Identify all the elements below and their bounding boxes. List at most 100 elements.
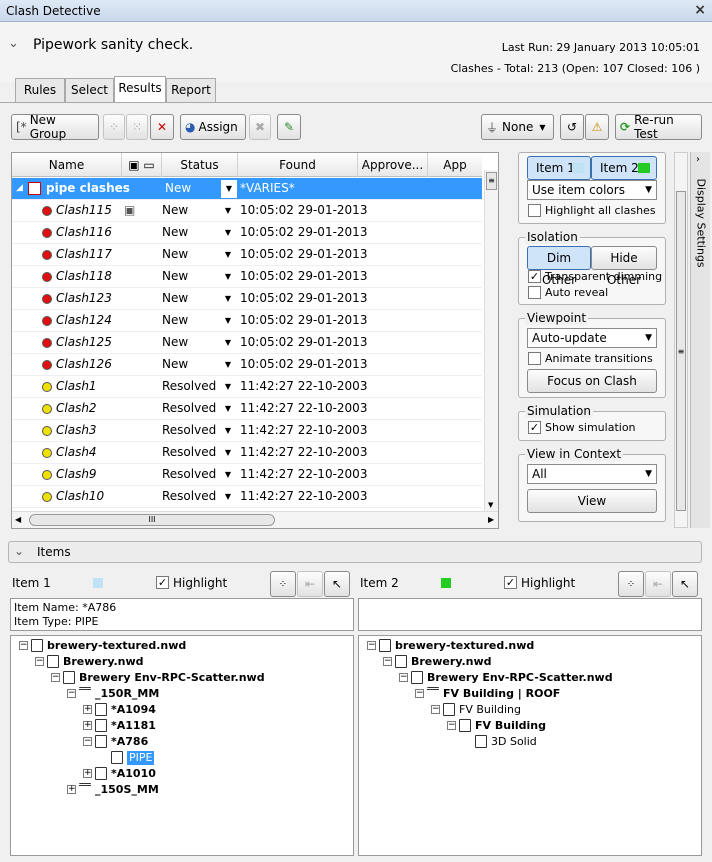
table-row[interactable]: Clash10 Resolved ▼ 11:42:27 22-10-2003	[12, 486, 482, 508]
expand-icon[interactable]: +	[83, 769, 92, 778]
status-dropdown-icon[interactable]: ▼	[222, 244, 234, 265]
reset-icon[interactable]: ↺	[560, 114, 584, 140]
item2-pointer-icon[interactable]: ↖	[672, 571, 698, 597]
status-dropdown-icon[interactable]: ▼	[222, 200, 234, 221]
status-dropdown-icon[interactable]: ▼	[222, 376, 234, 397]
tab-rules[interactable]: Rules	[15, 78, 65, 102]
ungroup-clashes-icon[interactable]: ⁙	[126, 114, 148, 140]
expand-icon[interactable]: +	[83, 705, 92, 714]
horizontal-scrollbar[interactable]: ◀ III ▶	[12, 511, 498, 528]
table-row[interactable]: Clash126 New ▼ 10:05:02 29-01-2013	[12, 354, 482, 376]
expand-icon[interactable]: +	[83, 721, 92, 730]
col-status[interactable]: Status	[162, 153, 238, 177]
col-name[interactable]: Name	[12, 153, 122, 177]
vertical-scrollbar[interactable]: ≡ ▼	[484, 170, 498, 511]
expand-icon[interactable]: +	[67, 785, 76, 794]
table-row[interactable]: Clash124 New ▼ 10:05:02 29-01-2013	[12, 310, 482, 332]
scroll-right-icon[interactable]: ▶	[488, 515, 494, 524]
col-approved-by[interactable]: App	[428, 153, 482, 177]
status-dropdown-icon[interactable]: ▼	[222, 442, 234, 463]
viewpoint-select[interactable]: Auto-update ▼	[527, 328, 657, 348]
items-header[interactable]: ⌄ Items	[8, 541, 702, 563]
tab-results[interactable]: Results	[114, 76, 166, 103]
dim-other-button[interactable]: Dim Other	[527, 246, 591, 287]
group-row[interactable]: ◢ pipe clashes New ▼ *VARIES*	[12, 178, 482, 200]
col-approved[interactable]: Approve...	[358, 153, 428, 177]
tab-select[interactable]: Select	[65, 78, 114, 102]
status-dropdown-icon[interactable]: ▼	[222, 486, 234, 507]
status-dropdown-icon[interactable]: ▼	[222, 222, 234, 243]
table-row[interactable]: Clash118 New ▼ 10:05:02 29-01-2013	[12, 266, 482, 288]
table-row[interactable]: Clash3 Resolved ▼ 11:42:27 22-10-2003	[12, 420, 482, 442]
show-simulation-checkbox[interactable]: ✓	[528, 421, 541, 434]
transparent-dimming-checkbox[interactable]: ✓	[528, 270, 541, 283]
item2-select-icon[interactable]: ⁘	[618, 571, 644, 597]
item1-toggle[interactable]: Item 1	[527, 156, 591, 180]
unassign-icon[interactable]: ✖	[249, 114, 271, 140]
focus-on-clash-button[interactable]: Focus on Clash	[527, 369, 657, 393]
collapse-icon[interactable]: −	[431, 705, 440, 714]
scroll-left-icon[interactable]: ◀	[15, 515, 21, 524]
item1-select-icon[interactable]: ⁘	[270, 571, 296, 597]
remove-from-group-icon[interactable]: ✕	[150, 114, 174, 140]
table-row[interactable]: Clash9 Resolved ▼ 11:42:27 22-10-2003	[12, 464, 482, 486]
scroll-thumb[interactable]: ≡	[486, 172, 497, 190]
table-row[interactable]: Clash117 New ▼ 10:05:02 29-01-2013	[12, 244, 482, 266]
animate-transitions-checkbox[interactable]	[528, 352, 541, 365]
hide-other-button[interactable]: Hide Other	[591, 246, 657, 287]
status-dropdown-icon[interactable]: ▼	[222, 354, 234, 375]
color-mode-select[interactable]: Use item colors ▼	[527, 180, 657, 200]
assign-button[interactable]: ◕ Assign	[180, 114, 246, 140]
status-dropdown-icon[interactable]: ▼	[222, 310, 234, 331]
table-row[interactable]: Clash4 Resolved ▼ 11:42:27 22-10-2003	[12, 442, 482, 464]
item1-highlight-checkbox[interactable]: ✓	[156, 576, 169, 589]
collapse-icon[interactable]: −	[35, 657, 44, 666]
collapse-icon[interactable]: −	[399, 673, 408, 682]
collapse-icon[interactable]: −	[19, 641, 28, 650]
collapse-icon[interactable]: −	[83, 737, 92, 746]
item2-return-icon[interactable]: ⇤	[645, 571, 671, 597]
group-clashes-icon[interactable]: ⁘	[103, 114, 125, 140]
new-group-button[interactable]: [* New Group	[11, 113, 99, 141]
display-settings-sidetab[interactable]: › Display Settings	[690, 152, 710, 528]
scroll-down-icon[interactable]: ▼	[488, 501, 493, 509]
add-comment-icon[interactable]: ✎	[277, 114, 301, 140]
view-button[interactable]: View	[527, 489, 657, 513]
item1-return-icon[interactable]: ⇤	[297, 571, 323, 597]
hscroll-thumb[interactable]: III	[29, 514, 275, 526]
table-row[interactable]: Clash2 Resolved ▼ 11:42:27 22-10-2003	[12, 398, 482, 420]
status-dropdown-icon[interactable]: ▼	[221, 180, 237, 198]
collapse-icon[interactable]: −	[367, 641, 376, 650]
status-dropdown-icon[interactable]: ▼	[222, 332, 234, 353]
status-dropdown-icon[interactable]: ▼	[222, 464, 234, 485]
col-icons[interactable]: ▣ ▭	[122, 153, 162, 177]
status-dropdown-icon[interactable]: ▼	[222, 420, 234, 441]
tab-report[interactable]: Report	[166, 78, 216, 102]
table-row[interactable]: Clash115 ▣ New ▼ 10:05:02 29-01-2013	[12, 200, 482, 222]
settings-scrollbar[interactable]: ≡	[674, 152, 688, 528]
rerun-test-button[interactable]: ⟳ Re-run Test	[615, 113, 702, 141]
status-dropdown-icon[interactable]: ▼	[222, 266, 234, 287]
collapse-icon[interactable]: −	[415, 689, 424, 698]
collapse-icon[interactable]: −	[383, 657, 392, 666]
collapse-icon[interactable]: −	[51, 673, 60, 682]
collapse-icon[interactable]: −	[447, 721, 456, 730]
table-row[interactable]: Clash123 New ▼ 10:05:02 29-01-2013	[12, 288, 482, 310]
table-row[interactable]: Clash116 New ▼ 10:05:02 29-01-2013	[12, 222, 482, 244]
collapse-chevron-icon[interactable]: ⌄	[8, 36, 19, 51]
auto-reveal-checkbox[interactable]	[528, 286, 541, 299]
table-row[interactable]: Clash1 Resolved ▼ 11:42:27 22-10-2003	[12, 376, 482, 398]
item1-pointer-icon[interactable]: ↖	[324, 571, 350, 597]
status-dropdown-icon[interactable]: ▼	[222, 398, 234, 419]
status-filter-dropdown[interactable]: ⏚ None ▼	[481, 114, 554, 140]
context-select[interactable]: All ▼	[527, 464, 657, 484]
item2-highlight-checkbox[interactable]: ✓	[504, 576, 517, 589]
col-found[interactable]: Found	[238, 153, 358, 177]
status-dropdown-icon[interactable]: ▼	[222, 288, 234, 309]
settings-scroll-thumb[interactable]: ≡	[676, 191, 686, 511]
compact-icon[interactable]: ⚠	[585, 114, 609, 140]
collapse-icon[interactable]: −	[67, 689, 76, 698]
close-icon[interactable]: ×	[694, 2, 706, 18]
highlight-all-checkbox[interactable]	[528, 204, 541, 217]
table-row[interactable]: Clash125 New ▼ 10:05:02 29-01-2013	[12, 332, 482, 354]
